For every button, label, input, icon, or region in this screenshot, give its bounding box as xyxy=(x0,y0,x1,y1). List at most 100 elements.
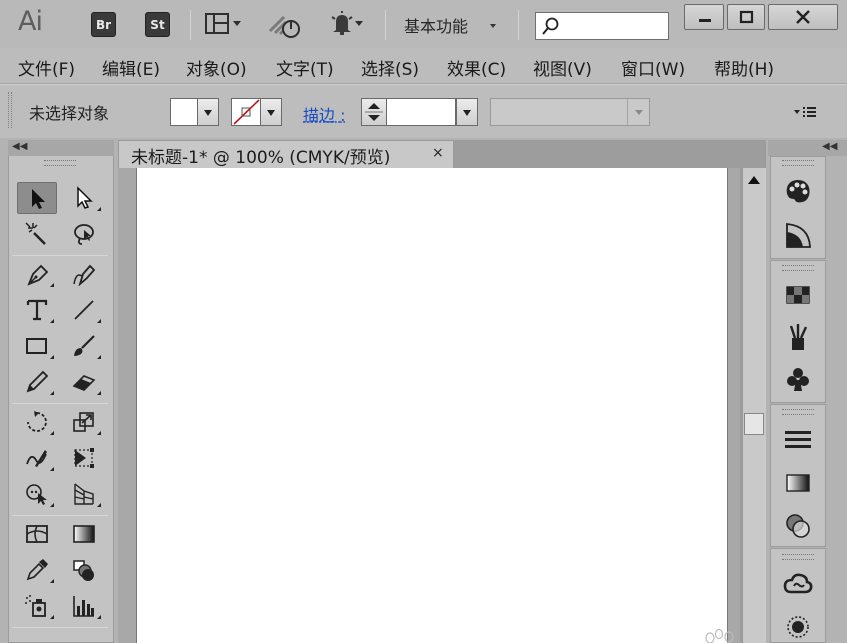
direct-selection-tool[interactable] xyxy=(64,182,104,214)
menu-edit[interactable]: 编辑(E) xyxy=(102,55,160,80)
expand-panels-icon[interactable]: ◀◀ xyxy=(822,141,837,152)
stroke-weight-dropdown[interactable] xyxy=(456,98,478,126)
menu-help[interactable]: 帮助(H) xyxy=(714,55,774,80)
search-icon xyxy=(540,15,560,37)
close-window-button[interactable] xyxy=(768,4,838,30)
panel-group-grip[interactable] xyxy=(782,160,814,166)
minimize-button[interactable] xyxy=(684,4,724,30)
symbol-sprayer-tool[interactable] xyxy=(17,590,57,622)
tool-flyout-indicator xyxy=(50,391,54,395)
app-logo: Ai xyxy=(18,6,43,37)
tool-flyout-indicator xyxy=(50,579,54,583)
rectangle-tool[interactable] xyxy=(17,330,57,362)
swatches-panel-icon[interactable] xyxy=(783,280,813,310)
none-swatch-icon xyxy=(233,99,260,125)
eraser-tool[interactable] xyxy=(64,366,104,398)
close-icon xyxy=(796,10,810,24)
stroke-label-colon: : xyxy=(340,106,346,125)
blend-icon xyxy=(73,560,94,581)
watermark-paw-icon xyxy=(702,626,740,643)
blend-tool[interactable] xyxy=(64,554,104,586)
menu-object[interactable]: 对象(O) xyxy=(186,55,247,80)
chevron-down-icon[interactable] xyxy=(490,24,496,28)
transparency-panel-icon[interactable] xyxy=(783,511,813,541)
brushes-panel-icon[interactable] xyxy=(783,322,813,352)
menu-view[interactable]: 视图(V) xyxy=(533,55,592,80)
artboard[interactable] xyxy=(136,168,728,643)
column-graph-tool[interactable] xyxy=(64,590,104,622)
color-guide-panel-icon[interactable] xyxy=(783,220,813,250)
free-transform-icon xyxy=(74,448,94,468)
appearance-panel-icon[interactable] xyxy=(783,610,813,640)
collapse-panel-icon[interactable]: ◀◀ xyxy=(12,141,27,152)
bridge-button[interactable]: Br xyxy=(91,12,116,37)
toolbar-separator xyxy=(190,10,191,40)
workspace-switcher[interactable]: 基本功能 xyxy=(404,13,468,37)
gradient-panel-icon[interactable] xyxy=(783,468,813,498)
tool-flyout-indicator xyxy=(50,615,54,619)
close-tab-icon[interactable]: × xyxy=(432,145,444,161)
selection-tool[interactable] xyxy=(17,182,57,214)
variable-width-profile-select xyxy=(490,98,650,126)
notifications-button[interactable] xyxy=(328,10,366,38)
scale-tool[interactable] xyxy=(64,406,104,438)
free-transform-tool[interactable] xyxy=(64,442,104,474)
vertical-scrollbar[interactable] xyxy=(742,168,766,643)
stroke-dropdown[interactable] xyxy=(260,98,282,126)
control-panel-menu[interactable] xyxy=(792,104,818,120)
eyedropper-tool[interactable] xyxy=(17,554,57,586)
menu-effect[interactable]: 效果(C) xyxy=(447,55,506,80)
stroke-panel-link[interactable]: 描边 : xyxy=(303,102,346,126)
shape-builder-tool[interactable] xyxy=(17,478,57,510)
tool-group-separator xyxy=(12,403,108,404)
toolbar-separator xyxy=(518,10,519,40)
document-tab-title[interactable]: 未标题-1* @ 100% (CMYK/预览) xyxy=(131,143,390,168)
color-panel-icon[interactable] xyxy=(783,176,813,206)
symbols-panel-icon[interactable] xyxy=(783,364,813,394)
rotate-tool[interactable] xyxy=(17,406,57,438)
stroke-weight-stepper[interactable] xyxy=(361,98,387,126)
magic-wand-tool[interactable] xyxy=(17,218,57,250)
stroke-panel-icon[interactable] xyxy=(783,425,813,455)
curvature-tool[interactable] xyxy=(64,258,104,290)
tool-group-separator xyxy=(12,255,108,256)
pen-tool[interactable] xyxy=(17,258,57,290)
panel-group-grip[interactable] xyxy=(782,554,814,560)
tools-panel-grip[interactable] xyxy=(44,160,76,166)
arrange-documents-button[interactable] xyxy=(205,12,245,36)
scroll-up-button[interactable] xyxy=(744,170,764,190)
menu-window[interactable]: 窗口(W) xyxy=(621,55,685,80)
pencil-tool[interactable] xyxy=(17,366,57,398)
maximize-button[interactable] xyxy=(727,4,765,30)
perspective-grid-icon xyxy=(74,483,94,505)
control-bar-grip[interactable] xyxy=(8,92,12,128)
mesh-tool[interactable] xyxy=(17,518,57,550)
pencil-icon xyxy=(26,370,49,393)
warp-tool[interactable] xyxy=(17,442,57,474)
cc-libraries-panel-icon[interactable] xyxy=(783,570,813,600)
stroke-weight-input[interactable] xyxy=(386,98,456,126)
minimize-icon xyxy=(699,19,711,22)
menu-file[interactable]: 文件(F) xyxy=(18,55,75,80)
panel-group-grip[interactable] xyxy=(782,409,814,415)
menu-type[interactable]: 文字(T) xyxy=(276,55,334,80)
tool-flyout-indicator xyxy=(97,207,101,211)
menu-select[interactable]: 选择(S) xyxy=(361,55,419,80)
stock-button[interactable]: St xyxy=(145,12,170,37)
line-segment-tool[interactable] xyxy=(64,294,104,326)
lasso-tool[interactable] xyxy=(64,218,104,250)
panel-group-grip[interactable] xyxy=(782,265,814,271)
tool-group-separator xyxy=(12,515,108,516)
chevron-down-icon xyxy=(267,110,275,116)
perspective-grid-tool[interactable] xyxy=(64,478,104,510)
scrollbar-thumb[interactable] xyxy=(744,413,764,435)
eraser-icon xyxy=(72,375,96,391)
gradient-tool[interactable] xyxy=(64,518,104,550)
sync-settings-icon[interactable] xyxy=(268,11,302,39)
type-tool[interactable] xyxy=(17,294,57,326)
stroke-swatch[interactable] xyxy=(231,98,261,126)
fill-swatch[interactable] xyxy=(170,98,198,126)
fill-dropdown[interactable] xyxy=(197,98,219,126)
rectangle-icon xyxy=(26,338,47,354)
paintbrush-tool[interactable] xyxy=(64,330,104,362)
